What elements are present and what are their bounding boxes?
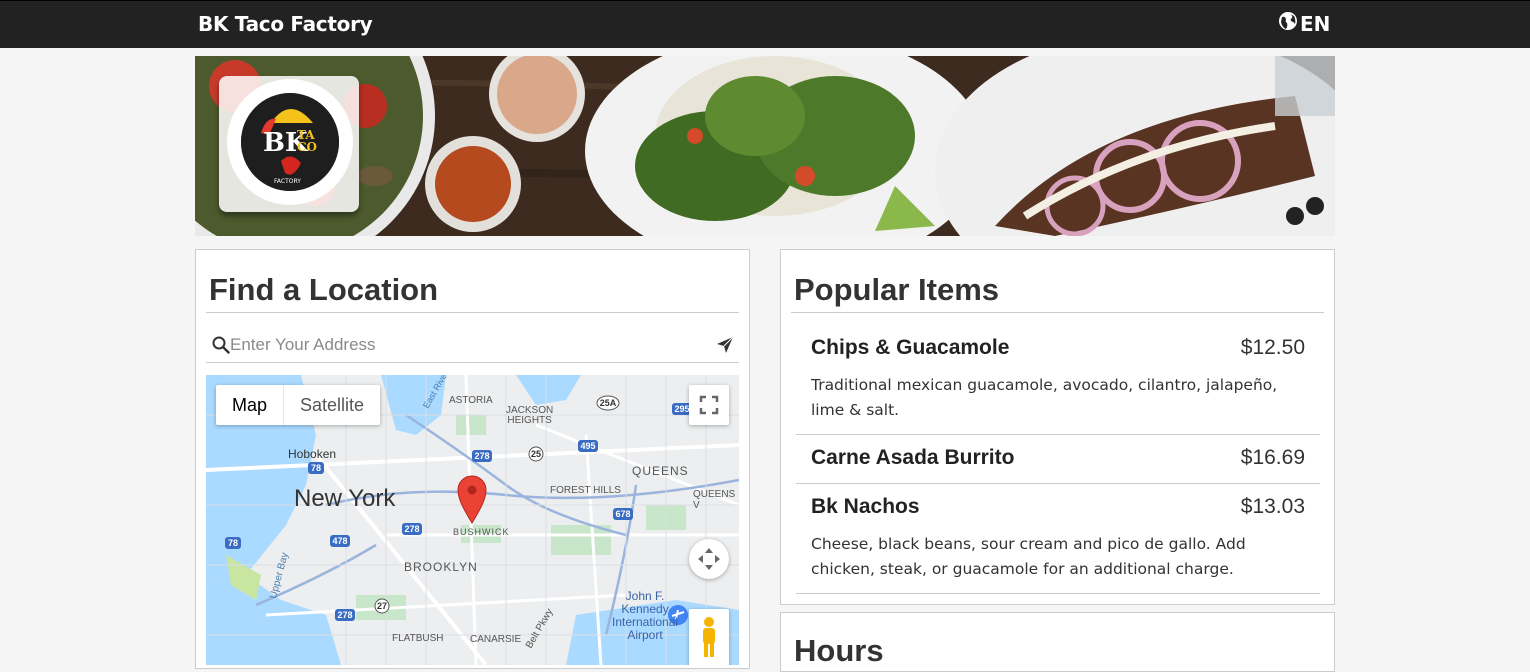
menu-item-name: Chips & Guacamole xyxy=(811,336,1010,359)
map-label-queens: QUEENS xyxy=(632,464,689,478)
map-label-astoria: ASTORIA xyxy=(449,395,493,406)
map-label-brooklyn: BROOKLYN xyxy=(404,560,478,574)
map-type-satellite-button[interactable]: Satellite xyxy=(284,385,380,425)
map-type-control: Map Satellite xyxy=(216,385,381,425)
hours-title: Hours xyxy=(794,633,884,668)
menu-item[interactable]: Chips & Guacamole $12.50 Traditional mex… xyxy=(796,336,1320,434)
restaurant-logo-frame: BK TA CO FACTORY xyxy=(219,76,359,212)
fullscreen-icon xyxy=(699,395,719,415)
popular-items-title: Popular Items xyxy=(794,272,999,307)
menu-item-divider xyxy=(796,483,1320,484)
camera-control-button[interactable] xyxy=(689,539,729,579)
map-label-queens-v: QUEENS V xyxy=(693,489,736,511)
logo-co-text: CO xyxy=(297,140,317,154)
logo-factory-text: FACTORY xyxy=(274,178,301,185)
title-divider xyxy=(206,312,739,313)
menu-item-price: $12.50 xyxy=(1240,336,1305,359)
menu-item-divider xyxy=(796,593,1320,594)
svg-text:278: 278 xyxy=(404,524,419,534)
menu-item-name: Bk Nachos xyxy=(811,495,920,518)
menu-item-description: Traditional mexican guacamole, avocado, … xyxy=(811,376,1278,419)
svg-text:678: 678 xyxy=(615,509,630,519)
map-label-forest-hills: FOREST HILLS xyxy=(550,485,621,496)
pan-arrows-icon xyxy=(698,548,720,570)
map-label-jackson-heights: JACKSON HEIGHTS xyxy=(506,405,554,426)
map-type-map-button[interactable]: Map xyxy=(216,385,285,425)
address-input[interactable] xyxy=(230,331,710,359)
menu-item-name: Carne Asada Burrito xyxy=(811,446,1015,469)
find-location-title: Find a Location xyxy=(209,272,439,307)
hero-banner: BK TA CO FACTORY xyxy=(195,56,1335,236)
map-label-bushwick: BUSHWICK xyxy=(453,527,510,537)
brand-name[interactable]: BK Taco Factory xyxy=(198,12,373,36)
menu-item-divider xyxy=(796,434,1320,435)
svg-text:27: 27 xyxy=(377,601,387,611)
search-icon xyxy=(212,336,230,359)
menu-item-description: Cheese, black beans, sour cream and pico… xyxy=(811,535,1246,578)
find-location-panel: Find a Location Enter Your Address 78 27… xyxy=(195,249,750,669)
taco-logo-icon: BK TA CO FACTORY xyxy=(241,93,339,191)
language-label: EN xyxy=(1300,11,1331,36)
menu-item[interactable]: Carne Asada Burrito $16.69 xyxy=(796,446,1320,484)
svg-text:25: 25 xyxy=(531,449,541,459)
pegman-icon xyxy=(703,617,715,657)
title-divider xyxy=(791,312,1324,313)
svg-text:78: 78 xyxy=(311,463,321,473)
language-selector[interactable]: EN xyxy=(1278,11,1330,36)
menu-item-price: $16.69 xyxy=(1240,446,1305,469)
top-navbar: BK Taco Factory EN xyxy=(0,0,1530,48)
svg-text:278: 278 xyxy=(337,610,352,620)
fullscreen-button[interactable] xyxy=(689,385,729,425)
map-label-new-york: New York xyxy=(294,485,396,512)
menu-item[interactable]: Bk Nachos $13.03 Cheese, black beans, so… xyxy=(796,495,1320,593)
hero-food-image xyxy=(195,56,1335,236)
location-map[interactable]: 78 278 495 25 25A 295 478 278 678 27 278… xyxy=(206,375,739,665)
address-search xyxy=(206,329,739,363)
locate-me-icon[interactable] xyxy=(716,336,734,359)
menu-item-price: $13.03 xyxy=(1240,495,1305,518)
street-view-pegman-button[interactable] xyxy=(689,609,729,665)
svg-text:495: 495 xyxy=(580,441,595,451)
hours-panel: Hours xyxy=(780,612,1335,672)
svg-text:295: 295 xyxy=(674,404,689,414)
map-label-flatbush: FLATBUSH xyxy=(392,633,444,644)
map-label-hoboken: Hoboken xyxy=(288,447,337,461)
svg-text:25A: 25A xyxy=(600,398,617,408)
globe-icon xyxy=(1278,11,1298,36)
popular-items-panel: Popular Items Chips & Guacamole $12.50 T… xyxy=(780,249,1335,605)
svg-text:278: 278 xyxy=(474,451,489,461)
map-label-canarsie: CANARSIE xyxy=(470,634,522,645)
restaurant-logo[interactable]: BK TA CO FACTORY xyxy=(227,79,353,205)
svg-text:478: 478 xyxy=(332,536,347,546)
map-label-jfk-airport: John F. Kennedy International Airport xyxy=(612,589,679,642)
svg-text:78: 78 xyxy=(228,538,238,548)
